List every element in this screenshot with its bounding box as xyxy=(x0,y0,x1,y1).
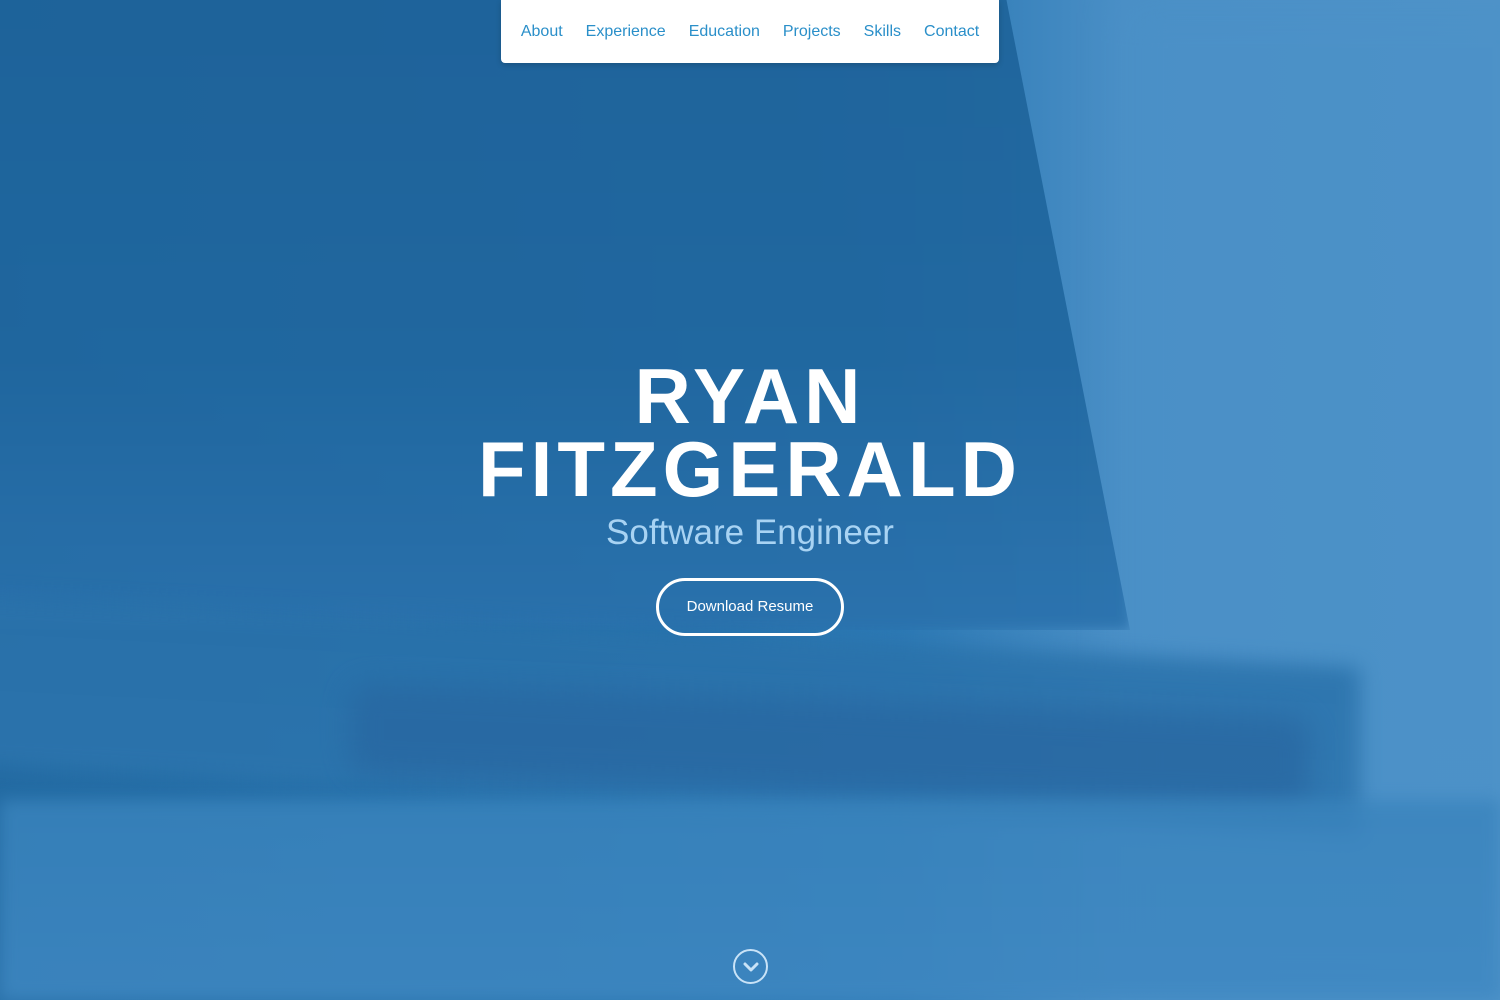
hero-content: RYAN FITZGERALD Software Engineer Downlo… xyxy=(0,352,1500,636)
nav-link-projects[interactable]: Projects xyxy=(783,0,841,63)
hero-subtitle: Software Engineer xyxy=(606,513,894,552)
nav-link-contact[interactable]: Contact xyxy=(924,0,979,63)
top-navbar: About Experience Education Projects Skil… xyxy=(501,0,999,63)
hero-name-last: FITZGERALD xyxy=(478,425,1022,513)
nav-link-education[interactable]: Education xyxy=(689,0,760,63)
nav-link-skills[interactable]: Skills xyxy=(864,0,901,63)
nav-link-about[interactable]: About xyxy=(521,0,563,63)
chevron-down-circle-icon[interactable] xyxy=(733,949,768,984)
download-resume-button[interactable]: Download Resume xyxy=(656,578,844,636)
chevron-down-icon xyxy=(743,962,758,971)
hero-name: RYAN FITZGERALD xyxy=(0,352,1500,513)
hero-name-first: RYAN xyxy=(634,352,866,440)
nav-link-experience[interactable]: Experience xyxy=(586,0,666,63)
